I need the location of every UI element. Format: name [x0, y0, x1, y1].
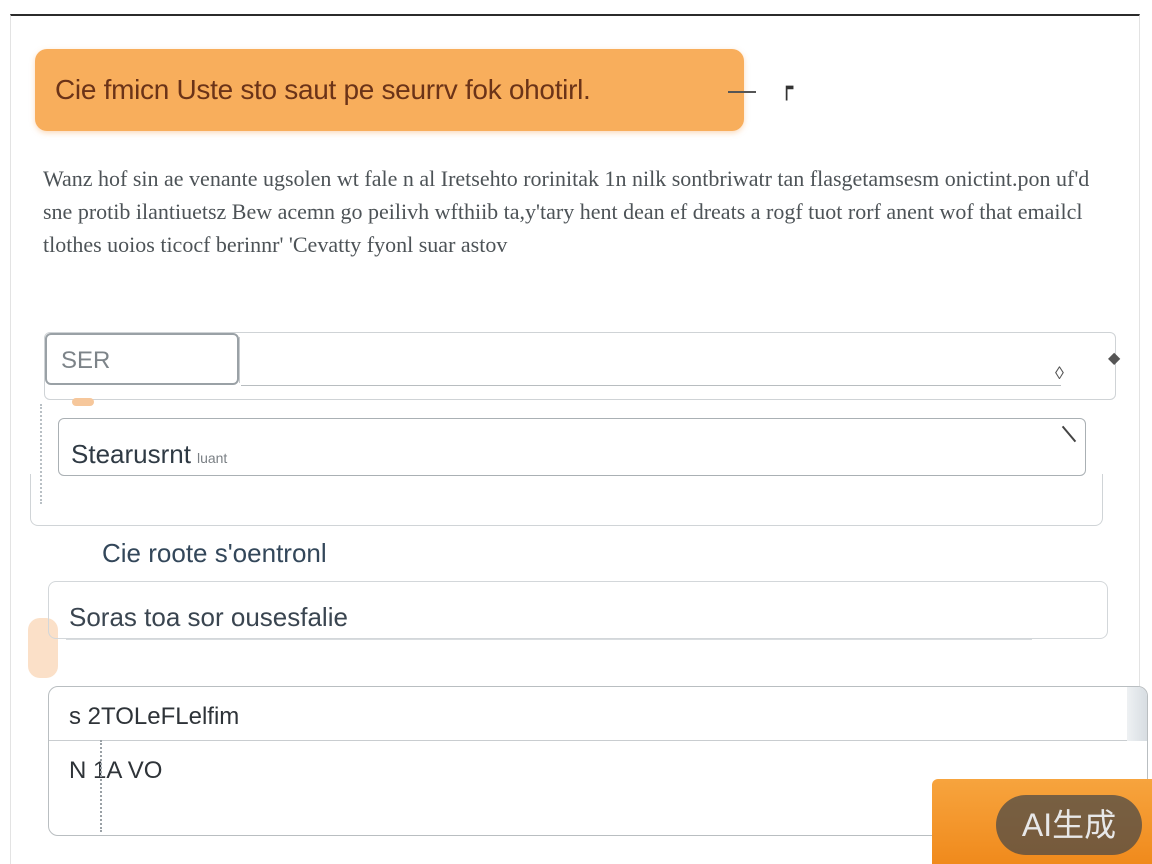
select-prefix[interactable]: SER	[45, 333, 239, 385]
banner-text: Cie fmicn Uste sto saut pe seurrv fok oh…	[55, 74, 591, 105]
search-input-hint: luant	[196, 450, 228, 466]
list-item-label: N 1A VO	[69, 757, 163, 784]
select-divider	[239, 337, 240, 383]
pin-icon[interactable]: ┍	[780, 76, 798, 100]
drag-handle-icon[interactable]: ◆	[1108, 348, 1120, 368]
select-baseline	[241, 385, 1061, 386]
category-select[interactable]: SER ◊	[44, 332, 1116, 400]
option-underline	[66, 639, 1032, 640]
search-input[interactable]: Stearusrnt luant	[58, 418, 1086, 476]
tooltip-banner: Cie fmicn Uste sto saut pe seurrv fok oh…	[35, 49, 744, 131]
option-field[interactable]: Soras toa sor ousesfalie	[48, 581, 1108, 639]
list-item-label: s 2TOLeFLelfim	[69, 703, 240, 730]
search-input-value: Stearusrnt	[71, 439, 191, 469]
generate-button-label[interactable]: AI生成	[996, 795, 1142, 855]
accent-marker	[72, 398, 94, 406]
input-panel	[30, 474, 1103, 526]
banner-pointer	[728, 91, 756, 93]
description-text: Wanz hof sin ae venante ugsolen wt fale …	[43, 166, 1090, 257]
scrollbar[interactable]	[1127, 687, 1147, 741]
list-connector	[100, 740, 104, 832]
section-heading: Cie roote s'oentronl	[102, 538, 327, 568]
chevron-down-icon[interactable]: ◊	[1055, 363, 1064, 384]
list-item[interactable]: s 2TOLeFLelfim	[49, 687, 1147, 741]
